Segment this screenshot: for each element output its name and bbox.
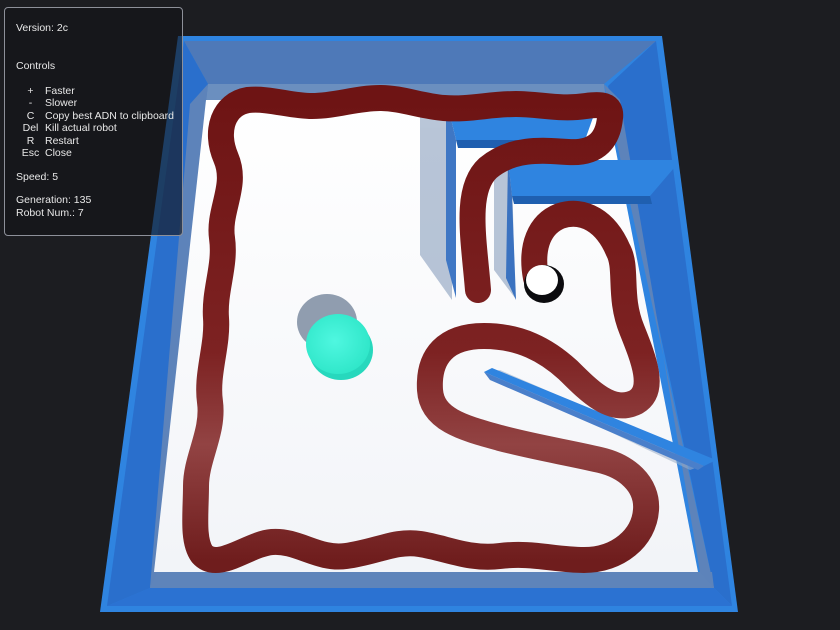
control-action: Slower xyxy=(45,97,78,109)
controls-list: + Faster - Slower C Copy best ADN to cli… xyxy=(16,85,174,160)
control-row: Esc Close xyxy=(16,147,174,160)
robot-num-label: Robot Num.: 7 xyxy=(16,206,84,219)
control-row: R Restart xyxy=(16,135,174,148)
robot xyxy=(524,265,564,303)
control-row: - Slower xyxy=(16,97,174,110)
control-action: Copy best ADN to clipboard xyxy=(45,109,174,122)
control-key: R xyxy=(26,134,35,147)
version-label: Version: 2c xyxy=(16,22,68,34)
control-key: Del xyxy=(22,122,39,134)
generation-label: Generation: 135 xyxy=(16,194,92,206)
control-key: + xyxy=(27,84,34,97)
controls-panel: Version: 2c Controls + Faster - Slower C… xyxy=(4,7,183,236)
control-action: Close xyxy=(45,147,72,159)
control-action: Restart xyxy=(45,134,79,147)
control-action: Kill actual robot xyxy=(45,122,117,134)
control-row: Del Kill actual robot xyxy=(16,122,174,135)
control-key: Esc xyxy=(21,147,40,159)
control-key: C xyxy=(26,109,35,122)
speed-label: Speed: 5 xyxy=(16,170,59,183)
control-key: - xyxy=(28,97,33,109)
control-row: C Copy best ADN to clipboard xyxy=(16,110,174,123)
control-row: + Faster xyxy=(16,85,174,98)
controls-heading: Controls xyxy=(16,59,56,72)
control-action: Faster xyxy=(45,84,75,97)
